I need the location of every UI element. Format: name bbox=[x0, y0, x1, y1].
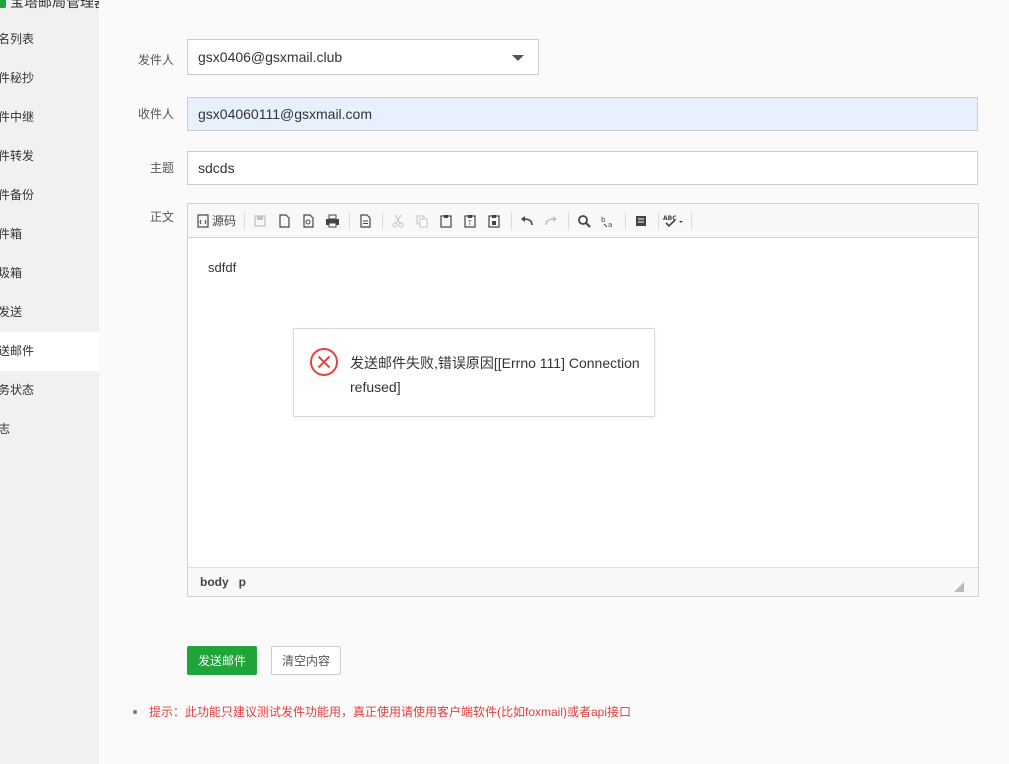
source-label: 源码 bbox=[212, 214, 237, 228]
from-value: gsx0406@gsxmail.club bbox=[198, 49, 343, 65]
save-icon[interactable] bbox=[249, 209, 271, 233]
error-message: 发送邮件失败,错误原因[[Errno 111] Connection refus… bbox=[350, 355, 640, 395]
toolbar-separator bbox=[511, 211, 513, 230]
cut-icon[interactable] bbox=[387, 209, 409, 233]
paste-text-icon[interactable]: T bbox=[459, 209, 481, 233]
sidebar-item-inbox[interactable]: 收件箱 bbox=[0, 215, 87, 254]
editor-toolbar: 源码 T ba ABC bbox=[188, 204, 978, 238]
sidebar-item-forward[interactable]: 邮件转发 bbox=[0, 137, 87, 176]
error-popup: 发送邮件失败,错误原因[[Errno 111] Connection refus… bbox=[293, 328, 655, 417]
tip-note: 提示：此功能只建议测试发件功能用，真正使用请使用客户端软件(比如foxmail)… bbox=[133, 703, 631, 720]
templates-icon[interactable] bbox=[354, 209, 376, 233]
redo-icon[interactable] bbox=[540, 209, 562, 233]
sidebar-item-log[interactable]: 日志 bbox=[0, 410, 87, 449]
copy-icon[interactable] bbox=[411, 209, 433, 233]
source-icon bbox=[197, 213, 209, 228]
sidebar-item-domains[interactable]: 域名列表 bbox=[0, 20, 87, 59]
to-input[interactable]: gsx04060111@gsxmail.com bbox=[187, 97, 978, 131]
svg-text:T: T bbox=[467, 220, 472, 227]
path-p[interactable]: p bbox=[239, 575, 246, 589]
svg-text:a: a bbox=[608, 221, 612, 228]
preview-icon[interactable] bbox=[297, 209, 319, 233]
sidebar-item-sent[interactable]: 已发送 bbox=[0, 293, 87, 332]
toolbar-separator bbox=[349, 211, 351, 230]
clear-content-button[interactable]: 清空内容 bbox=[271, 646, 341, 675]
sidebar-item-relay[interactable]: 邮件中继 bbox=[0, 98, 87, 137]
sidebar-item-service-status[interactable]: 服务状态 bbox=[0, 371, 87, 410]
bullet-icon bbox=[133, 710, 137, 714]
paste-icon[interactable] bbox=[435, 209, 457, 233]
toolbar-separator bbox=[625, 211, 627, 230]
sidebar-item-spam[interactable]: 垃圾箱 bbox=[0, 254, 87, 293]
body-label: 正文 bbox=[149, 210, 174, 224]
toolbar-separator bbox=[382, 211, 384, 230]
replace-icon[interactable]: ba bbox=[597, 209, 619, 233]
subject-input[interactable]: sdcds bbox=[187, 151, 978, 185]
svg-text:b: b bbox=[601, 216, 606, 224]
resize-grip-icon[interactable] bbox=[954, 582, 964, 592]
chevron-down-icon bbox=[512, 55, 524, 61]
sidebar-title: 宝塔邮局管理器 bbox=[0, 0, 108, 12]
search-icon[interactable] bbox=[573, 209, 595, 233]
toolbar-separator bbox=[244, 211, 246, 230]
subject-value: sdcds bbox=[198, 160, 235, 176]
spellcheck-icon[interactable]: ABC bbox=[663, 209, 685, 233]
sidebar-item-send-mail[interactable]: 发送邮件 bbox=[0, 332, 99, 371]
sidebar: 宝塔邮局管理器 域名列表 邮件秘抄 邮件中继 邮件转发 邮件备份 收件箱 垃圾箱… bbox=[0, 0, 108, 764]
to-value: gsx04060111@gsxmail.com bbox=[198, 106, 373, 122]
print-icon[interactable] bbox=[321, 209, 343, 233]
sidebar-item-bcc[interactable]: 邮件秘抄 bbox=[0, 59, 87, 98]
undo-icon[interactable] bbox=[516, 209, 538, 233]
path-body[interactable]: body bbox=[200, 575, 229, 589]
checkbox-icon bbox=[0, 0, 6, 8]
subject-label: 主题 bbox=[149, 161, 174, 175]
toolbar-separator bbox=[658, 211, 660, 230]
error-circle-icon bbox=[310, 348, 338, 376]
send-mail-button[interactable]: 发送邮件 bbox=[187, 646, 257, 675]
paste-word-icon[interactable] bbox=[483, 209, 505, 233]
source-button[interactable]: 源码 bbox=[194, 209, 238, 233]
editor-body-text: sdfdf bbox=[208, 260, 237, 275]
toolbar-separator bbox=[568, 211, 570, 230]
from-select[interactable]: gsx0406@gsxmail.club bbox=[187, 39, 539, 75]
tip-text: 提示：此功能只建议测试发件功能用，真正使用请使用客户端软件(比如foxmail)… bbox=[149, 705, 632, 719]
new-page-icon[interactable] bbox=[273, 209, 295, 233]
to-label: 收件人 bbox=[137, 107, 174, 121]
from-label: 发件人 bbox=[137, 53, 174, 67]
sidebar-item-backup[interactable]: 邮件备份 bbox=[0, 176, 87, 215]
toolbar-separator bbox=[691, 211, 693, 230]
editor-element-path: body p bbox=[188, 567, 978, 596]
select-all-icon[interactable] bbox=[630, 209, 652, 233]
